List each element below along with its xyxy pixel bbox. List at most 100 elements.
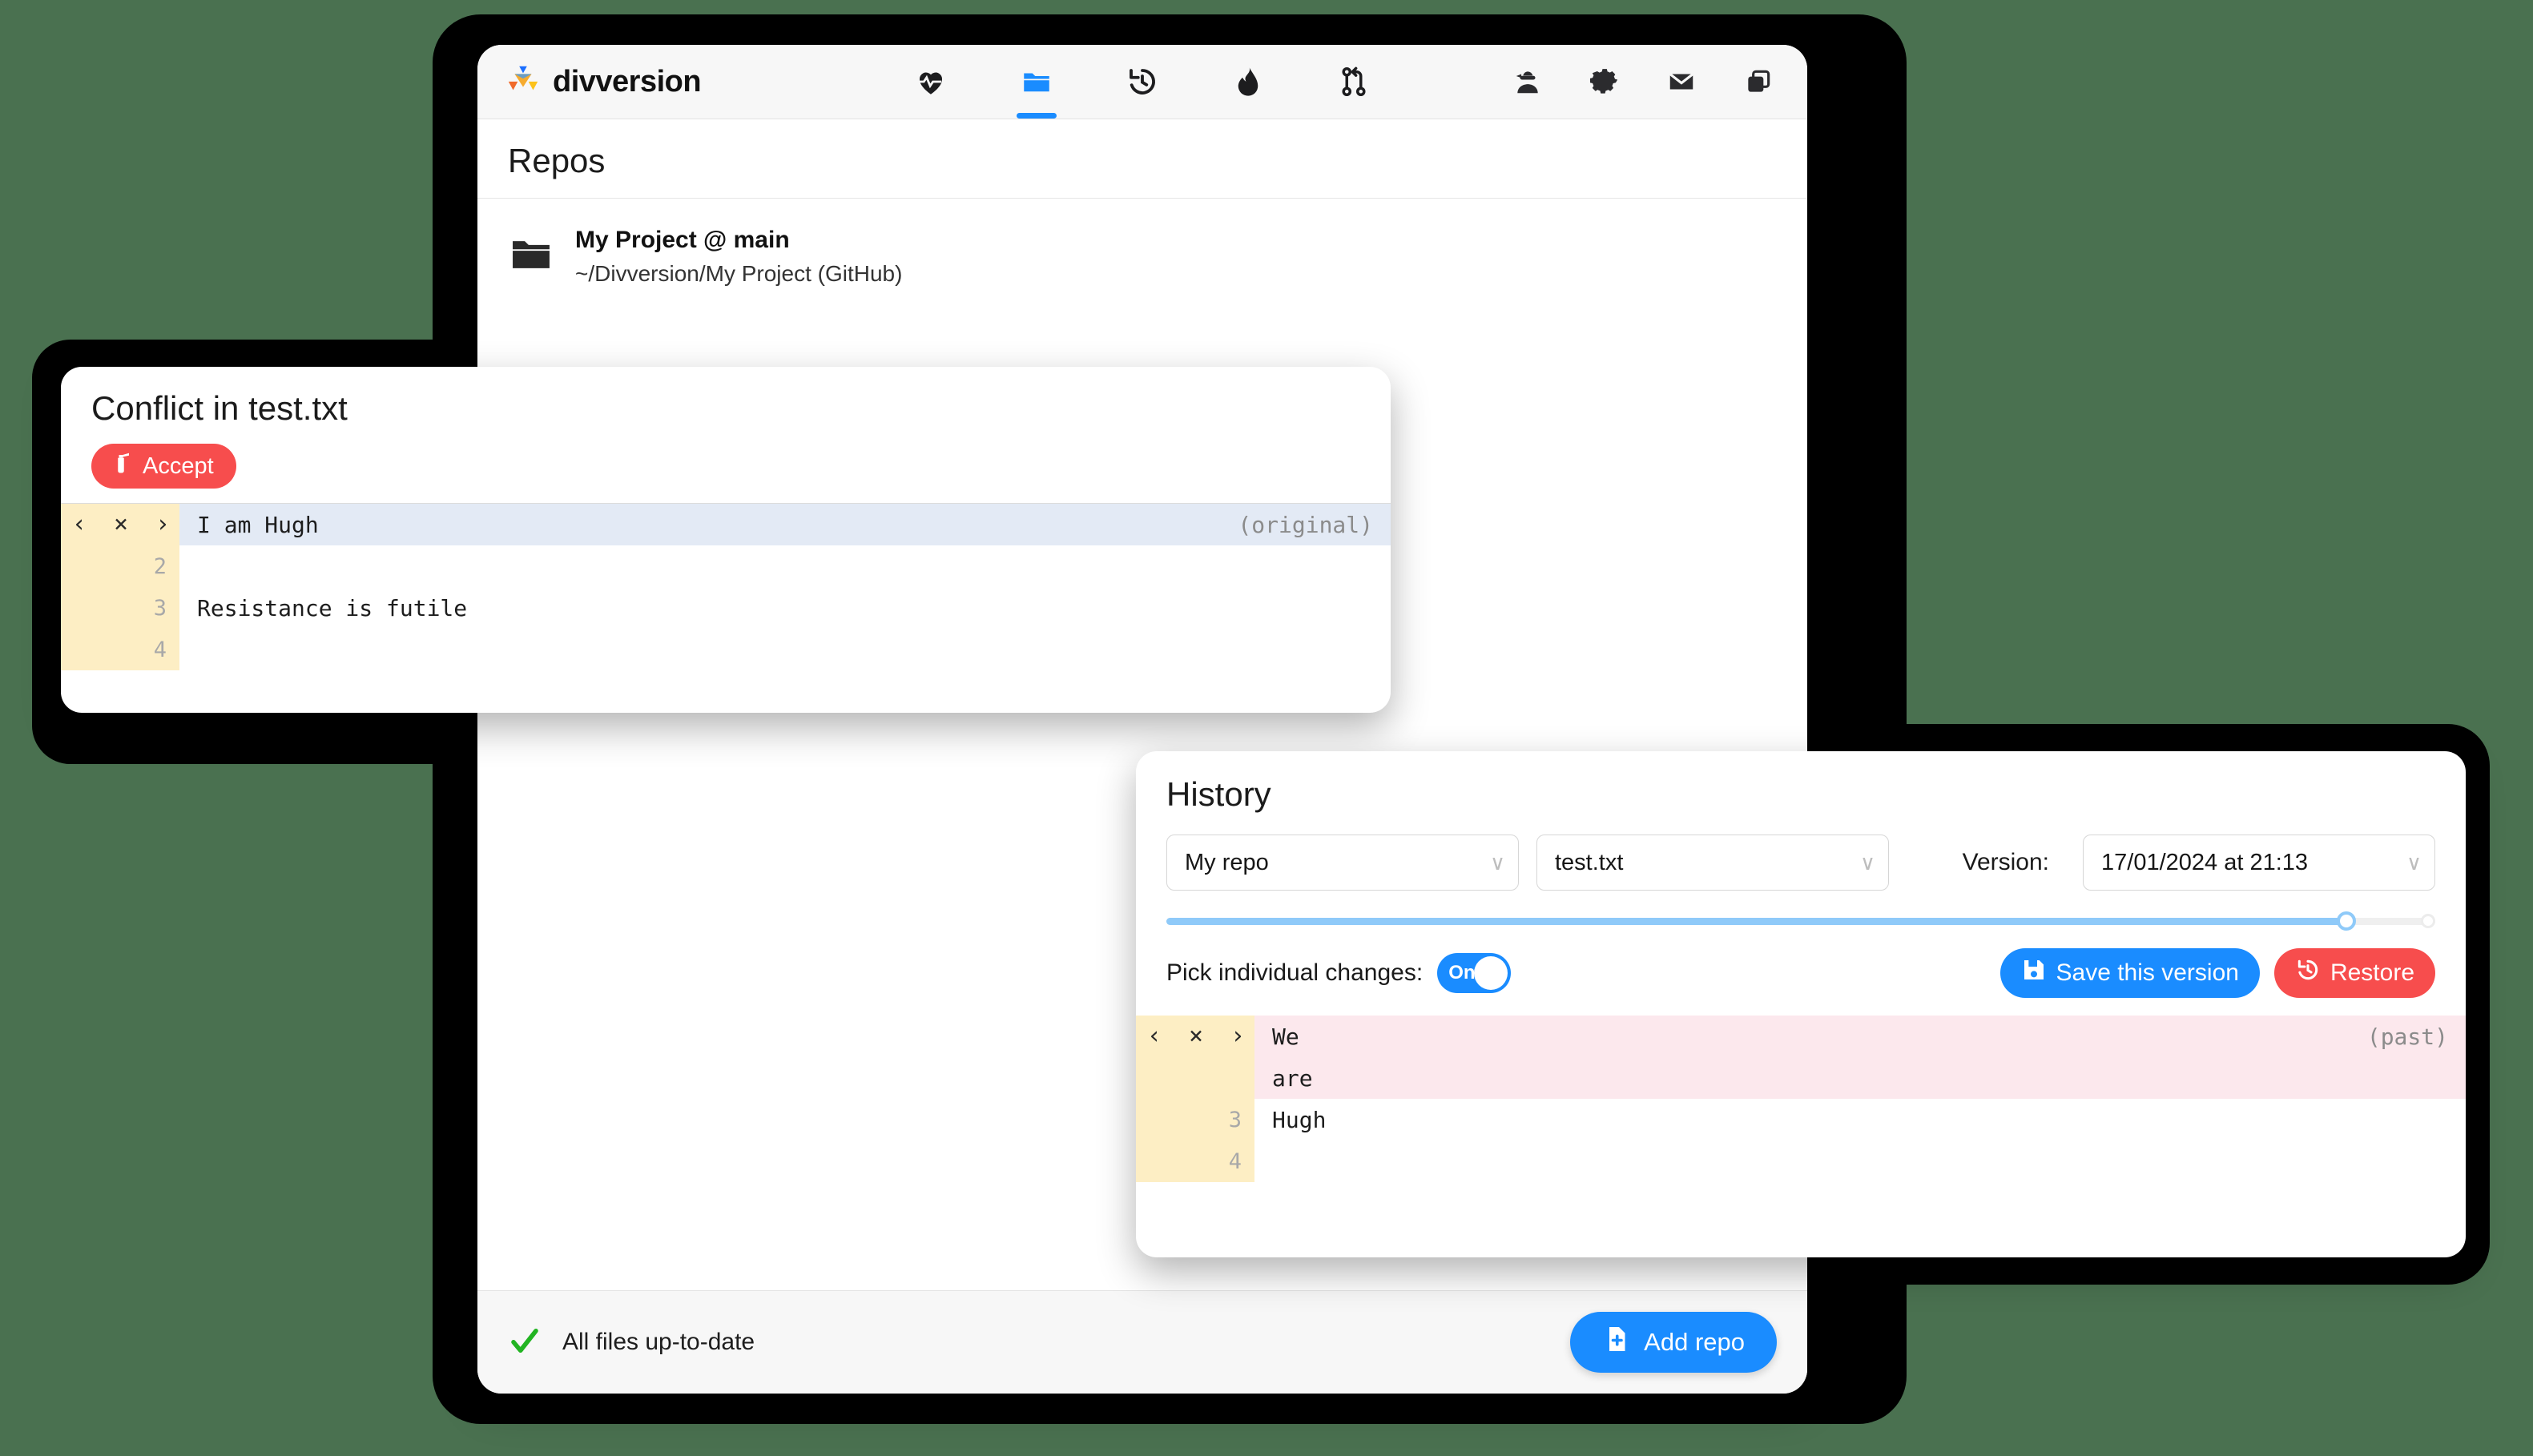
version-label: Version: [1962,849,2049,875]
diff-line[interactable] [179,629,1391,670]
sync-status: All files up-to-date [508,1324,755,1361]
check-icon [508,1324,542,1361]
chevron-down-icon: ∨ [1489,850,1505,875]
version-select[interactable]: 17/01/2024 at 21:13 ∨ [2083,835,2435,891]
toggle-state-label: On [1448,962,1476,983]
chevron-down-icon: ∨ [2406,850,2422,875]
repo-list: My Project @ main ~/Divversion/My Projec… [477,199,1807,314]
folder-icon [508,231,554,282]
pick-changes-label: Pick individual changes: [1166,959,1424,986]
diff-line[interactable]: are [1254,1057,2466,1099]
repos-header: Repos [477,119,1807,199]
accept-button[interactable]: Accept [91,444,236,489]
conflict-window: Conflict in test.txt Accept ‹ × › 2 3 4 … [61,367,1391,713]
accept-label: Accept [143,452,214,479]
diff-line[interactable] [179,545,1391,587]
reject-change-button[interactable]: × [1189,1024,1203,1048]
flame-icon[interactable] [1226,59,1270,104]
chevron-down-icon: ∨ [1859,850,1875,875]
diff-lines: We (past) are Hugh [1254,1016,2466,1182]
line-number: 4 [153,637,167,662]
diff-gutter: ‹ × › 3 4 [1136,1016,1254,1182]
pick-changes-toggle[interactable]: On [1437,953,1512,993]
diff-line[interactable]: I am Hugh (original) [179,504,1391,545]
file-plus-icon [1602,1325,1631,1360]
pull-request-icon[interactable] [1332,59,1375,104]
status-bar: All files up-to-date Add repo [477,1290,1807,1394]
diff-line[interactable]: Hugh [1254,1099,2466,1140]
restore-label: Restore [2330,959,2414,986]
prev-change-button[interactable]: ‹ [72,513,87,537]
clock-rewind-icon [2295,957,2321,989]
slider-fill [1166,918,2347,925]
diff-line-text: We [1272,1023,1299,1050]
conflict-title: Conflict in test.txt [91,389,348,427]
toolbar-center-group [909,59,1375,119]
diff-gutter: ‹ × › 2 3 4 [61,504,179,670]
line-number: 2 [153,553,167,579]
version-slider-wrap [1136,891,2466,931]
conflict-diff: ‹ × › 2 3 4 I am Hugh (original) Resista… [61,503,1391,670]
folder-icon[interactable] [1015,59,1058,119]
version-slider[interactable] [1166,911,2435,931]
save-version-label: Save this version [2056,959,2239,986]
diff-line-text: are [1272,1064,1313,1092]
diff-line[interactable]: We (past) [1254,1016,2466,1057]
repo-path: ~/Divversion/My Project (GitHub) [575,260,903,286]
diff-side-tag: (past) [2366,1023,2448,1050]
reject-change-button[interactable]: × [114,513,128,537]
diff-line-text: Resistance is futile [197,594,468,621]
repo-name: My Project @ main [575,227,790,253]
toolbar-right-group [1506,59,1780,104]
line-number: 4 [1228,1148,1242,1174]
diff-line[interactable] [1254,1140,2466,1182]
list-item[interactable]: My Project @ main ~/Divversion/My Projec… [508,216,1777,296]
diff-nav-row: ‹ × › [61,504,179,545]
diff-line[interactable]: Resistance is futile [179,587,1391,629]
version-select-value: 17/01/2024 at 21:13 [2101,849,2309,875]
repo-select-value: My repo [1185,849,1269,875]
mail-icon[interactable] [1660,59,1703,104]
history-controls: My repo ∨ test.txt ∨ Version: 17/01/2024… [1136,814,2466,891]
diff-line-text: Hugh [1272,1106,1327,1133]
next-change-button[interactable]: › [155,513,170,537]
next-change-button[interactable]: › [1230,1024,1245,1048]
slider-handle[interactable] [2337,911,2357,931]
save-version-button[interactable]: Save this version [1999,948,2260,998]
brand-name: divversion [553,64,702,99]
restore-button[interactable]: Restore [2273,948,2435,998]
diff-lines: I am Hugh (original) Resistance is futil… [179,504,1391,670]
history-diff: ‹ × › 3 4 We (past) are Hugh [1136,1016,2466,1182]
windows-icon[interactable] [1737,59,1780,104]
floppy-disk-icon [2021,957,2047,989]
file-select[interactable]: test.txt ∨ [1536,835,1889,891]
brand: divversion [505,62,702,103]
page-title: Repos [508,142,606,179]
history-window: History My repo ∨ test.txt ∨ Version: 17… [1136,751,2466,1257]
diff-nav-row: ‹ × › [1136,1016,1254,1057]
fire-extinguisher-icon [109,451,133,481]
toggle-knob [1474,956,1508,990]
history-title: History [1166,775,1271,813]
app-toolbar: divversion [477,45,1807,119]
line-number [1136,1057,1254,1099]
divversion-logo-icon [505,62,542,103]
diff-line-text: I am Hugh [197,511,319,538]
line-number: 3 [153,595,167,621]
desktop-background: divversion Repos My Project @ main ~/Div… [0,0,2533,1456]
history-icon[interactable] [1121,59,1164,104]
history-actions: Pick individual changes: On Save this ve… [1136,931,2466,998]
health-icon[interactable] [909,59,952,104]
repo-select[interactable]: My repo ∨ [1166,835,1519,891]
file-select-value: test.txt [1555,849,1624,875]
ninja-user-icon[interactable] [1506,59,1549,104]
repo-info: My Project @ main ~/Divversion/My Projec… [575,223,902,290]
status-text: All files up-to-date [562,1329,755,1355]
slider-end-dot[interactable] [2421,914,2435,928]
diff-side-tag: (original) [1238,511,1373,538]
line-number: 3 [1228,1107,1242,1132]
prev-change-button[interactable]: ‹ [1147,1024,1162,1048]
add-repo-button[interactable]: Add repo [1570,1312,1777,1373]
gear-icon[interactable] [1583,59,1626,104]
add-repo-label: Add repo [1644,1328,1745,1356]
